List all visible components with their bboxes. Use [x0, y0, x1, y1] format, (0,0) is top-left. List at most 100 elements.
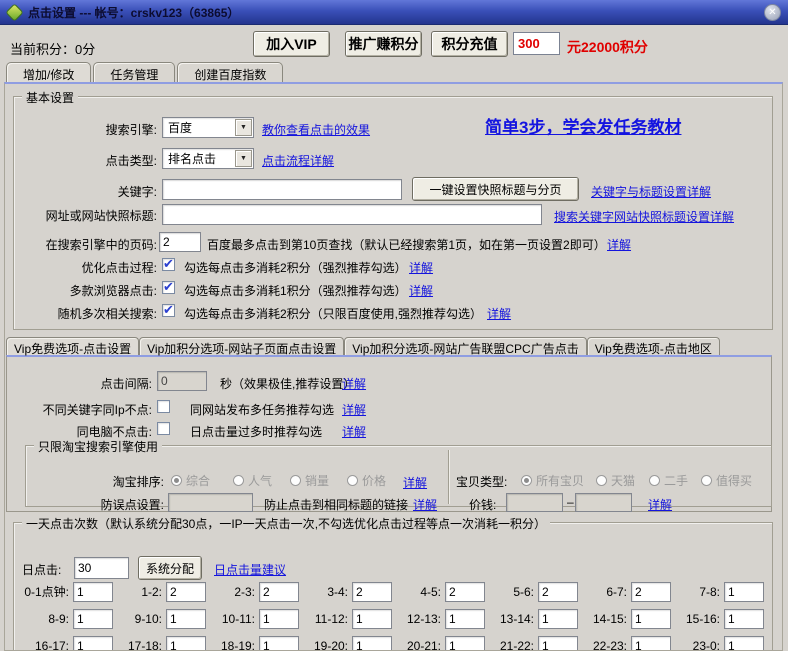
hour-cell: 20-21: — [392, 635, 485, 651]
same-pc-detail-link[interactable]: 详解 — [342, 423, 366, 440]
hour-click-input[interactable] — [73, 609, 113, 629]
taobao-sort-detail-link[interactable]: 详解 — [403, 474, 427, 491]
hour-click-input[interactable] — [445, 636, 485, 651]
vip-tab-click-settings[interactable]: Vip免费选项-点击设置 — [6, 337, 139, 355]
mistake-detail-link[interactable]: 详解 — [413, 496, 437, 513]
url-snapshot-detail-link[interactable]: 搜索关键字网站快照标题设置详解 — [554, 208, 734, 225]
browsers-detail-link[interactable]: 详解 — [409, 282, 433, 299]
hour-range-label: 17-18: — [128, 639, 162, 651]
page-number-detail-link[interactable]: 详解 — [607, 236, 631, 253]
main-tab-strip: 增加/修改 任务管理 创建百度指数 — [6, 62, 283, 82]
close-icon[interactable]: ✕ — [764, 4, 781, 21]
recharge-button[interactable]: 积分充值 — [431, 31, 508, 57]
daily-clicks-input[interactable] — [74, 557, 129, 579]
tab-baidu-index[interactable]: 创建百度指数 — [177, 62, 283, 82]
hour-click-input[interactable] — [166, 609, 206, 629]
radio-type-all-label: 所有宝贝 — [536, 472, 584, 489]
diff-keyword-checkbox[interactable] — [157, 400, 170, 413]
diff-keyword-detail-link[interactable]: 详解 — [342, 401, 366, 418]
hour-cell: 22-23: — [578, 635, 671, 651]
hour-range-label: 15-16: — [686, 612, 720, 626]
tab-task-manage[interactable]: 任务管理 — [93, 62, 175, 82]
click-type-select[interactable]: 排名点击 ▼ — [162, 148, 254, 169]
hour-click-input[interactable] — [724, 636, 764, 651]
related-search-checkbox[interactable] — [162, 304, 175, 317]
hour-click-input[interactable] — [259, 582, 299, 602]
price-from-input — [506, 493, 563, 512]
hour-click-input[interactable] — [631, 582, 671, 602]
click-flow-link[interactable]: 点击流程详解 — [262, 152, 334, 169]
vip-tab-strip: Vip免费选项-点击设置 Vip加积分选项-网站子页面点击设置 Vip加积分选项… — [6, 337, 720, 355]
tutorial-link[interactable]: 简单3步，学会发任务教材 — [485, 113, 681, 138]
join-vip-button[interactable]: 加入VIP — [253, 31, 330, 57]
same-pc-checkbox[interactable] — [157, 422, 170, 435]
vip-tab-cpc-ads[interactable]: Vip加积分选项-网站广告联盟CPC广告点击 — [344, 337, 586, 355]
browsers-checkbox[interactable] — [162, 281, 175, 294]
hour-click-input[interactable] — [631, 636, 671, 651]
hour-click-input[interactable] — [352, 609, 392, 629]
window-title: 点击设置 --- 帐号：crskv123（63865） — [28, 4, 239, 21]
hour-click-input[interactable] — [352, 636, 392, 651]
vip-tab-subpage-click[interactable]: Vip加积分选项-网站子页面点击设置 — [139, 337, 344, 355]
chevron-down-icon[interactable]: ▼ — [235, 119, 252, 136]
snapshot-title-button[interactable]: 一键设置快照标题与分页 — [412, 177, 579, 201]
radio-sort-zonghe-label: 综合 — [186, 472, 210, 489]
recharge-amount-input[interactable] — [513, 32, 560, 55]
url-title-input[interactable] — [162, 204, 542, 225]
price-detail-link[interactable]: 详解 — [648, 496, 672, 513]
taobao-only-group: 只限淘宝搜索引擎使用 淘宝排序: 综合 人气 销量 价格 详解 防误点设置: 防… — [25, 445, 772, 507]
hour-grid: 0-1点钟: 1-2: 2-3: 3-4: 4-5: 5-6: 6-7: 7-8… — [20, 581, 768, 651]
hour-click-input[interactable] — [166, 582, 206, 602]
price-to-input — [575, 493, 632, 512]
optimize-checkbox[interactable] — [162, 258, 175, 271]
hour-click-input[interactable] — [259, 636, 299, 651]
tab-add-modify[interactable]: 增加/修改 — [6, 62, 91, 82]
keyword-label: 关键字: — [14, 183, 157, 200]
hour-cell: 2-3: — [206, 581, 299, 602]
hour-click-input[interactable] — [259, 609, 299, 629]
hour-range-label: 23-0: — [693, 639, 720, 651]
hour-click-input[interactable] — [538, 609, 578, 629]
page-number-input[interactable] — [159, 232, 201, 252]
hour-click-input[interactable] — [73, 582, 113, 602]
hour-click-input[interactable] — [445, 609, 485, 629]
hour-range-label: 7-8: — [699, 585, 720, 599]
hour-click-input[interactable] — [73, 636, 113, 651]
hour-click-input[interactable] — [724, 609, 764, 629]
radio-sort-renqi-label: 人气 — [248, 472, 272, 489]
keyword-title-detail-link[interactable]: 关键字与标题设置详解 — [591, 183, 711, 200]
daily-clicks-group: 一天点击次数（默认系统分配30点，一IP一天点击一次,不勾选优化点击过程等点一次… — [13, 522, 773, 651]
system-assign-button[interactable]: 系统分配 — [138, 556, 202, 580]
hour-cell: 0-1点钟: — [20, 581, 113, 602]
keyword-input[interactable] — [162, 179, 402, 200]
radio-type-worthbuy: 值得买 — [701, 472, 752, 489]
chevron-down-icon[interactable]: ▼ — [235, 150, 252, 167]
hour-click-input[interactable] — [166, 636, 206, 651]
radio-sort-jiage-label: 价格 — [362, 472, 386, 489]
related-search-label: 随机多次相关搜索: — [14, 305, 157, 322]
promote-earn-button[interactable]: 推广赚积分 — [345, 31, 422, 57]
hour-click-input[interactable] — [538, 636, 578, 651]
hour-cell: 1-2: — [113, 581, 206, 602]
view-effect-link[interactable]: 教你查看点击的效果 — [262, 121, 370, 138]
vip-tab-click-region[interactable]: Vip免费选项-点击地区 — [587, 337, 720, 355]
hour-cell: 21-22: — [485, 635, 578, 651]
hour-click-input[interactable] — [352, 582, 392, 602]
page-number-label: 在搜索引擎中的页码: — [14, 236, 157, 253]
click-type-label: 点击类型: — [14, 152, 157, 169]
hour-click-input[interactable] — [538, 582, 578, 602]
daily-clicks-label: 日点击: — [22, 561, 61, 578]
same-pc-note: 日点击量过多时推荐勾选 — [190, 423, 322, 440]
hour-cell: 16-17: — [20, 635, 113, 651]
related-search-detail-link[interactable]: 详解 — [487, 305, 511, 322]
optimize-detail-link[interactable]: 详解 — [409, 259, 433, 276]
hour-click-input[interactable] — [445, 582, 485, 602]
current-points-label: 当前积分：0分 — [10, 39, 95, 58]
hour-range-label: 4-5: — [420, 585, 441, 599]
search-engine-select[interactable]: 百度 ▼ — [162, 117, 254, 138]
hour-range-label: 9-10: — [135, 612, 162, 626]
daily-suggest-link[interactable]: 日点击量建议 — [214, 561, 286, 578]
hour-click-input[interactable] — [724, 582, 764, 602]
interval-detail-link[interactable]: 详解 — [342, 375, 366, 392]
hour-click-input[interactable] — [631, 609, 671, 629]
